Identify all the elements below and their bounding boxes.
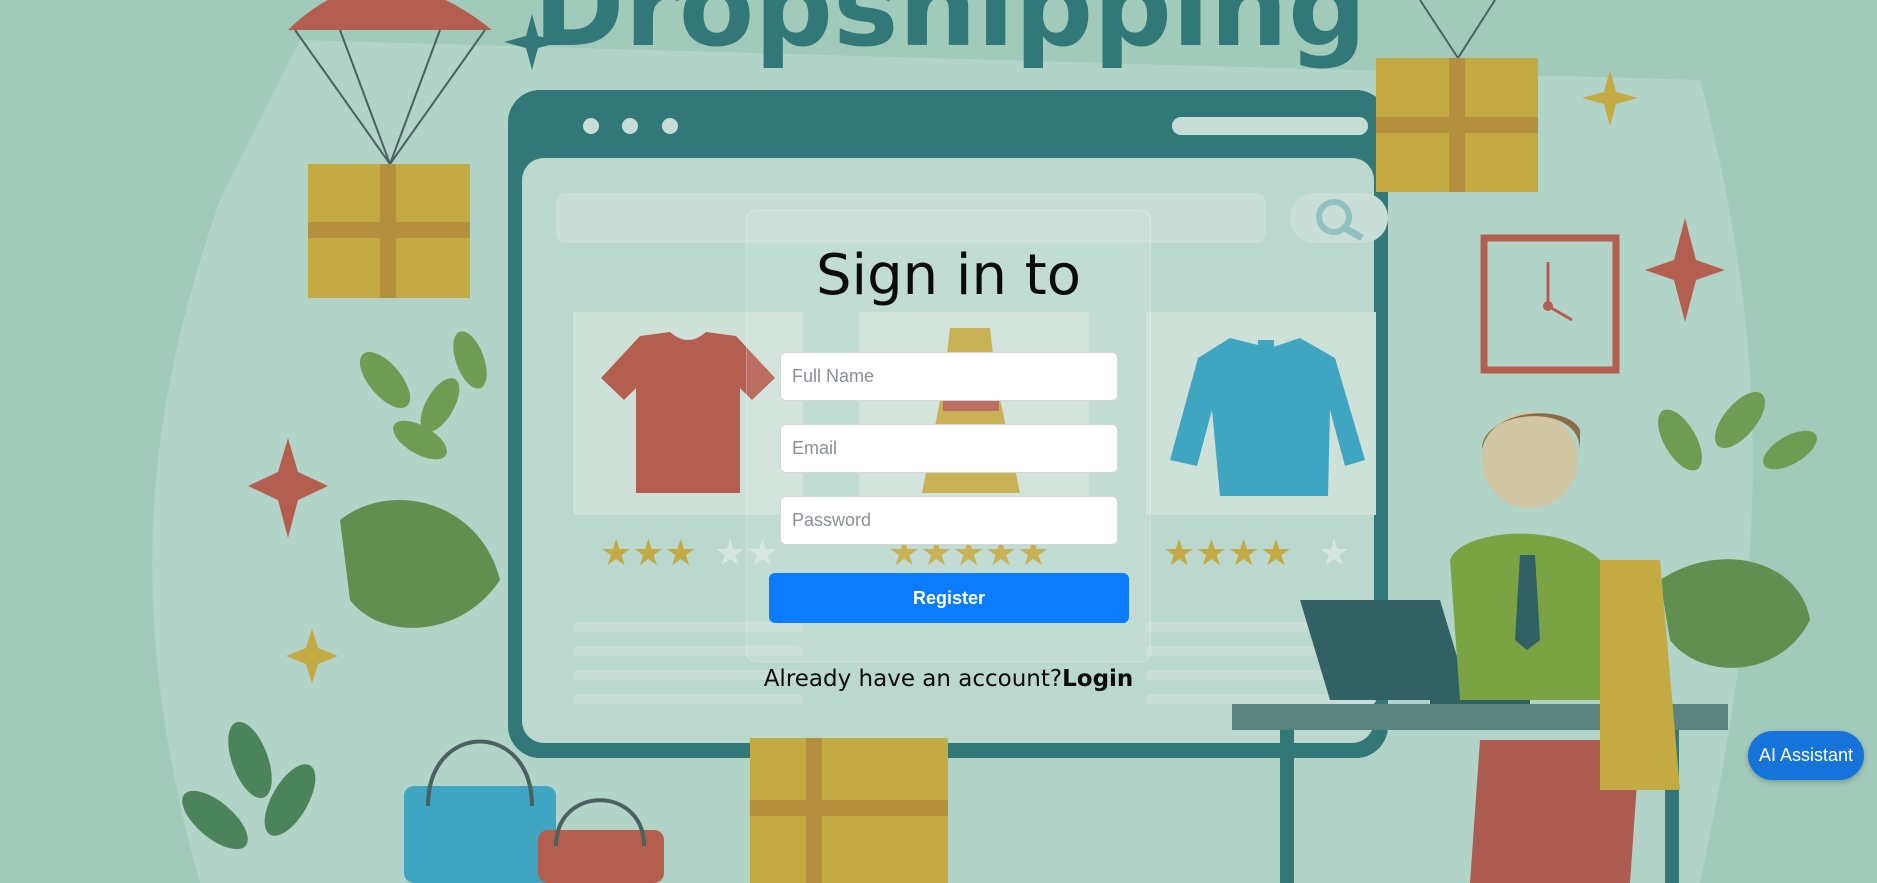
form-title: Sign in to (815, 243, 1081, 308)
email-input[interactable] (780, 424, 1118, 473)
login-prompt: Already have an account?Login (746, 666, 1151, 692)
password-input[interactable] (780, 496, 1118, 545)
register-button[interactable]: Register (769, 573, 1129, 623)
full-name-input[interactable] (780, 352, 1118, 401)
ai-assistant-button[interactable]: AI Assistant (1748, 731, 1864, 780)
login-link[interactable]: Login (1062, 666, 1133, 692)
login-prompt-text: Already have an account? (763, 666, 1063, 692)
